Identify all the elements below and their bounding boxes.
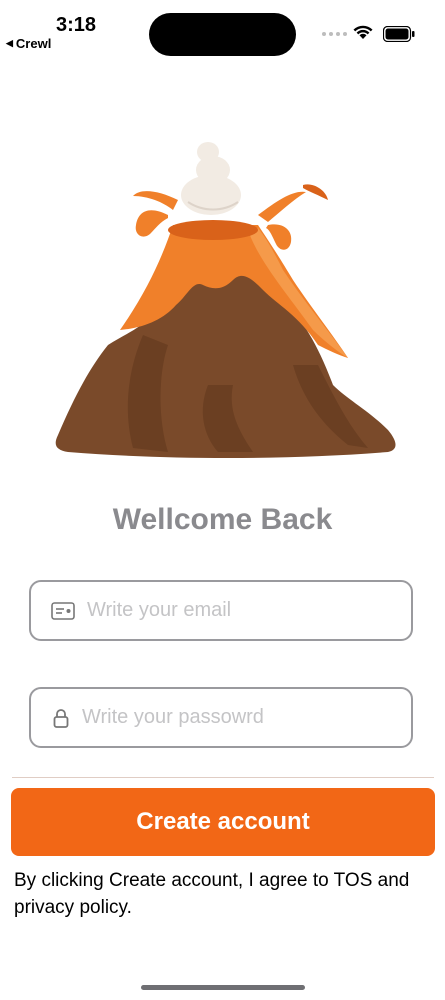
back-app-label: Crewl — [15, 36, 52, 51]
volcano-illustration — [55, 142, 396, 458]
battery-icon — [383, 26, 415, 42]
password-input[interactable] — [82, 706, 411, 729]
back-to-app-link[interactable]: ◀ Crewl — [6, 36, 51, 51]
email-field[interactable] — [29, 580, 413, 641]
email-input[interactable] — [87, 599, 411, 622]
welcome-title: Wellcome Back — [112, 503, 333, 536]
id-card-icon — [51, 601, 77, 620]
back-arrow-icon: ◀ — [6, 38, 13, 48]
cellular-signal-icon — [322, 32, 347, 36]
lock-icon — [53, 708, 71, 728]
divider — [12, 777, 434, 778]
password-field[interactable] — [29, 687, 413, 748]
wifi-icon — [353, 25, 373, 39]
terms-text: By clicking Create account, I agree to T… — [14, 870, 410, 918]
status-time: 3:18 — [56, 14, 97, 36]
home-indicator[interactable] — [141, 985, 305, 990]
dynamic-island — [149, 13, 296, 56]
status-bar: 3:18 ◀ Crewl — [0, 0, 445, 60]
create-account-button[interactable]: Create account — [11, 788, 435, 856]
